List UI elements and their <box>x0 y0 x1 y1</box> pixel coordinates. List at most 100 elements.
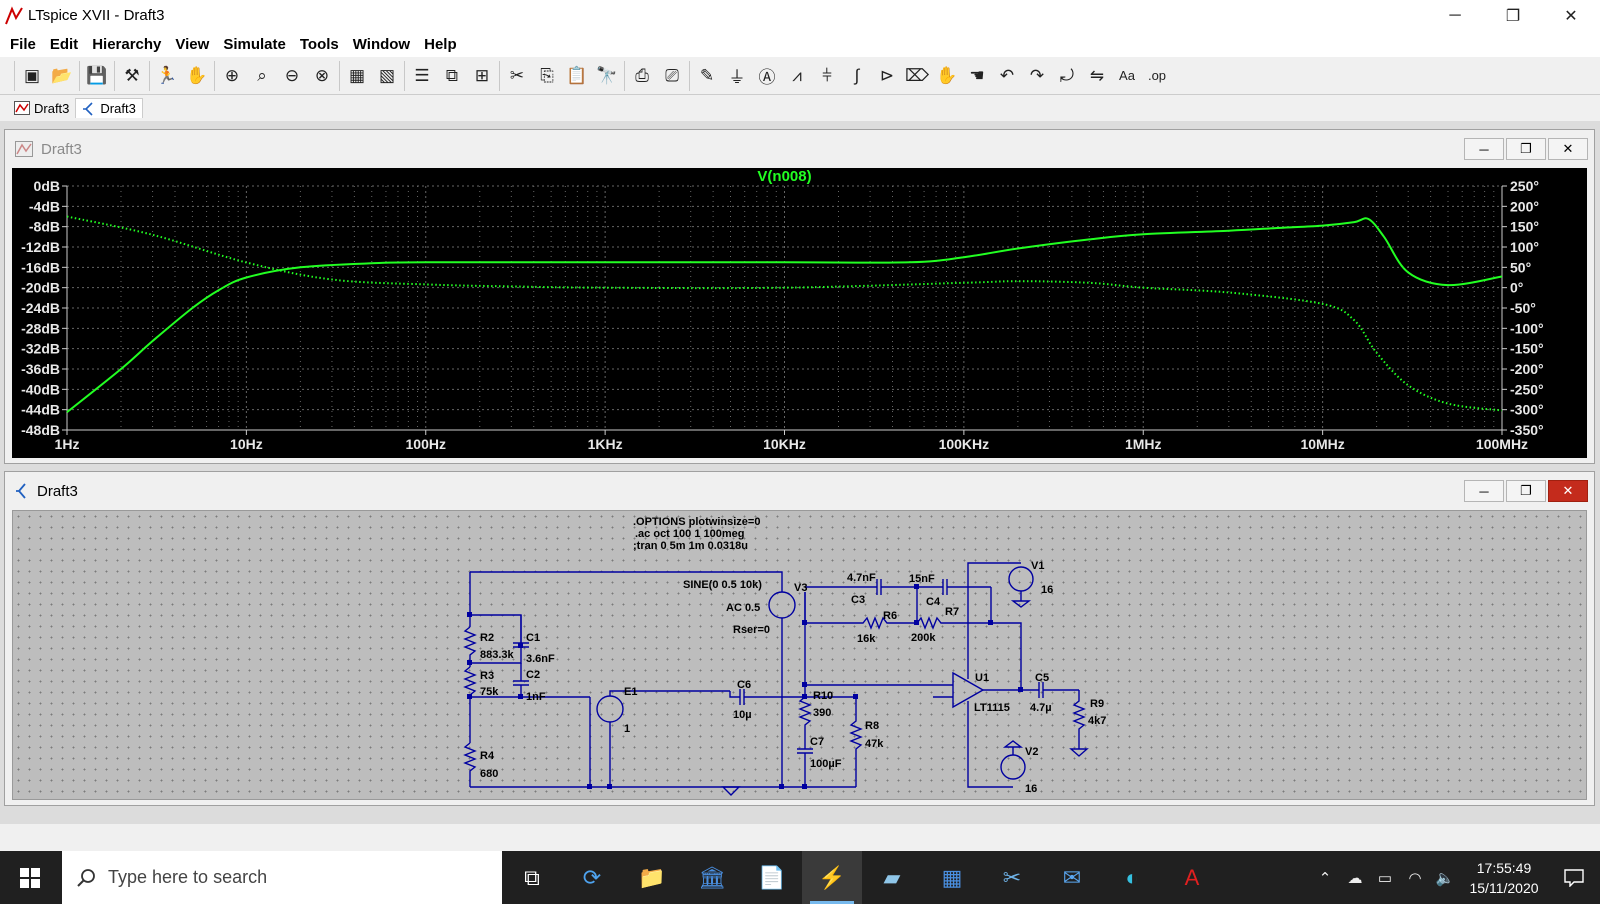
child-minimize-button[interactable]: ─ <box>1464 480 1504 502</box>
schematic-window[interactable]: Draft3 ─ ❐ ✕ .OPTIONS plotwinsize=0 .ac … <box>4 471 1595 806</box>
task-view-icon[interactable]: ⧉ <box>502 851 562 904</box>
value-R10[interactable]: 390 <box>813 707 831 719</box>
value-C2[interactable]: 1nF <box>526 691 546 703</box>
menu-file[interactable]: File <box>3 36 43 53</box>
control-panel-icon[interactable]: ⚒ <box>117 61 147 91</box>
rotate-icon[interactable]: ⤾ <box>1052 61 1082 91</box>
paste-icon[interactable]: 📋 <box>562 61 592 91</box>
value-C3[interactable]: 4.7nF <box>847 572 876 584</box>
menu-edit[interactable]: Edit <box>43 36 85 53</box>
label-R10[interactable]: R10 <box>813 690 833 702</box>
label-R4[interactable]: R4 <box>480 750 495 762</box>
value-C4[interactable]: 15nF <box>909 573 935 585</box>
value-V3-ac[interactable]: AC 0.5 <box>726 602 760 614</box>
print-icon[interactable]: ⎙ <box>627 61 657 91</box>
child-close-button[interactable]: ✕ <box>1548 138 1588 160</box>
directive-options[interactable]: .OPTIONS plotwinsize=0 <box>633 516 760 528</box>
taskbar-search-box[interactable]: Type here to search <box>62 851 502 904</box>
battery-icon[interactable]: ▭ <box>1370 851 1400 904</box>
value-V3-rser[interactable]: Rser=0 <box>733 624 770 636</box>
text-icon[interactable]: Aa <box>1112 61 1142 91</box>
label-R7[interactable]: R7 <box>945 606 959 618</box>
trace-label[interactable]: V(n008) <box>757 168 811 185</box>
menu-simulate[interactable]: Simulate <box>216 36 293 53</box>
snip-icon[interactable]: ✂ <box>982 851 1042 904</box>
label-E1[interactable]: E1 <box>624 686 637 698</box>
value-C1[interactable]: 3.6nF <box>526 653 555 665</box>
menu-hierarchy[interactable]: Hierarchy <box>85 36 168 53</box>
directive-tran[interactable]: ;tran 0 5m 1m 0.0318u <box>633 540 748 552</box>
run-icon[interactable]: 🏃 <box>152 61 182 91</box>
tab-waveform[interactable]: Draft3 <box>8 99 75 118</box>
label-C5[interactable]: C5 <box>1035 672 1049 684</box>
value-R3[interactable]: 75k <box>480 686 499 698</box>
volume-icon[interactable]: 🔈 <box>1430 851 1460 904</box>
tab-schematic[interactable]: Draft3 <box>75 98 143 118</box>
window-vertical-icon[interactable]: ⧉ <box>437 61 467 91</box>
schematic-canvas[interactable]: .OPTIONS plotwinsize=0 .ac oct 100 1 100… <box>12 510 1587 800</box>
document-icon[interactable]: 📄 <box>742 851 802 904</box>
waveform-plot[interactable]: 0dB -4dB -8dB -12dB -16dB -20dB -24dB -28dB -32d… <box>12 168 1587 458</box>
minimize-button[interactable]: ─ <box>1426 0 1484 31</box>
value-R2[interactable]: 883.3k <box>480 649 515 661</box>
clock[interactable]: 17:55:49 15/11/2020 <box>1460 858 1548 898</box>
waveform-window[interactable]: Draft3 ─ ❐ ✕ 0dB -4dB -8dB -12dB -16dB -20dB -… <box>4 129 1595 464</box>
value-E1[interactable]: 1 <box>624 723 630 735</box>
value-R7[interactable]: 200k <box>911 632 936 644</box>
show-hidden-icons-icon[interactable]: ⌃ <box>1310 851 1340 904</box>
calculator-icon[interactable]: ▦ <box>922 851 982 904</box>
label-net-icon[interactable]: Ⓐ <box>752 61 782 91</box>
component-icon[interactable]: ⌦ <box>902 61 932 91</box>
cascade-icon[interactable]: ▧ <box>372 61 402 91</box>
label-U1[interactable]: U1 <box>975 672 989 684</box>
edge-icon[interactable]: ◐ <box>1102 851 1162 904</box>
inductor-icon[interactable]: ∫ <box>842 61 872 91</box>
menu-help[interactable]: Help <box>417 36 464 53</box>
zoom-out-icon[interactable]: ⊖ <box>277 61 307 91</box>
label-R3[interactable]: R3 <box>480 670 494 682</box>
save-icon[interactable]: 💾 <box>82 61 112 91</box>
ground-icon[interactable]: ⏚ <box>722 61 752 91</box>
menu-window[interactable]: Window <box>346 36 417 53</box>
start-button[interactable] <box>0 851 60 904</box>
label-C4[interactable]: C4 <box>926 596 941 608</box>
redo-icon[interactable]: ↷ <box>1022 61 1052 91</box>
close-button[interactable]: ✕ <box>1542 0 1600 31</box>
window-horizontal-icon[interactable]: ☰ <box>407 61 437 91</box>
find-icon[interactable]: 🔭 <box>592 61 622 91</box>
wire-icon[interactable]: ✎ <box>692 61 722 91</box>
waveform-window-titlebar[interactable]: Draft3 <box>5 130 1594 168</box>
child-minimize-button[interactable]: ─ <box>1464 138 1504 160</box>
value-C6[interactable]: 10µ <box>733 709 752 721</box>
file-explorer-icon[interactable]: 📁 <box>622 851 682 904</box>
label-R6[interactable]: R6 <box>883 610 897 622</box>
notes-icon[interactable]: ▰ <box>862 851 922 904</box>
directive-ac[interactable]: .ac oct 100 1 100meg <box>635 528 744 540</box>
mirror-icon[interactable]: ⇋ <box>1082 61 1112 91</box>
undo-icon[interactable]: ↶ <box>992 61 1022 91</box>
schematic-window-titlebar[interactable]: Draft3 <box>5 472 1594 510</box>
tile-icon[interactable]: ▦ <box>342 61 372 91</box>
halt-icon[interactable]: ✋ <box>182 61 212 91</box>
label-V3[interactable]: V3 <box>794 582 807 594</box>
value-U1[interactable]: LT1115 <box>974 702 1010 714</box>
ltspice-icon[interactable]: ⚡ <box>802 851 862 904</box>
value-V1[interactable]: 16 <box>1041 584 1053 596</box>
label-V1[interactable]: V1 <box>1031 560 1044 572</box>
acrobat-icon[interactable]: A <box>1162 851 1222 904</box>
value-R4[interactable]: 680 <box>480 768 498 780</box>
label-C1[interactable]: C1 <box>526 632 540 644</box>
move-icon[interactable]: ✋ <box>932 61 962 91</box>
child-close-button[interactable]: ✕ <box>1548 480 1588 502</box>
zoom-full-icon[interactable]: ⊗ <box>307 61 337 91</box>
label-V2[interactable]: V2 <box>1025 746 1038 758</box>
notification-center-icon[interactable] <box>1548 851 1600 904</box>
label-R8[interactable]: R8 <box>865 720 879 732</box>
onedrive-icon[interactable]: ☁ <box>1340 851 1370 904</box>
open-icon[interactable]: 📂 <box>47 61 77 91</box>
zoom-in-icon[interactable]: ⊕ <box>217 61 247 91</box>
drag-icon[interactable]: ☚ <box>962 61 992 91</box>
label-R9[interactable]: R9 <box>1090 698 1104 710</box>
value-V2[interactable]: 16 <box>1025 783 1037 795</box>
library-icon[interactable]: 🏛 <box>682 851 742 904</box>
